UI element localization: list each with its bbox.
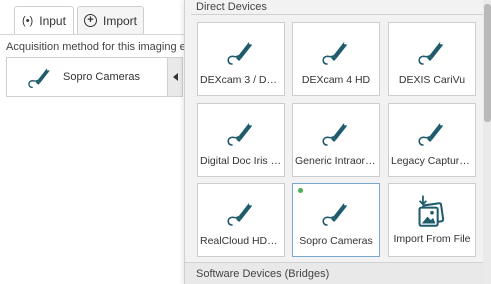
vertical-scrollbar[interactable] [483, 0, 491, 284]
import-images-icon [415, 194, 449, 228]
software-devices-header: Software Devices (Bridges) [196, 268, 330, 280]
device-tile-label: DEXcam 3 / DEX... [200, 74, 282, 86]
intraoral-camera-icon [321, 198, 351, 228]
tab-input-label: Input [39, 13, 66, 28]
intraoral-camera-icon [321, 118, 351, 148]
device-tile-dexis-carivu[interactable]: DEXIS CariVu [388, 22, 476, 96]
device-picker-panel: Direct Devices DEXcam 3 / DEX... DEXcam … [184, 0, 491, 284]
device-tile-label: DEXIS CariVu [398, 74, 466, 86]
add-circle-icon: + [83, 14, 97, 27]
active-status-dot [298, 188, 303, 193]
selected-device-name: Sopro Cameras [63, 71, 141, 83]
tab-divider [0, 34, 190, 35]
direct-devices-header: Direct Devices [196, 1, 267, 13]
device-tile-label: DEXcam 4 HD [301, 74, 371, 86]
device-tile-label: Sopro Cameras [299, 235, 373, 247]
tab-import-label: Import [102, 13, 137, 28]
device-tile-label: Import From File [393, 233, 471, 245]
device-tile-label: Generic Intraora... [295, 155, 377, 167]
device-tile-dexcam-3[interactable]: DEXcam 3 / DEX... [197, 22, 285, 96]
chevron-left-icon [172, 73, 178, 81]
intraoral-camera-icon [417, 37, 447, 67]
broadcast-icon: (•) [22, 14, 34, 27]
intraoral-camera-icon [226, 198, 256, 228]
collapse-panel-button[interactable] [168, 57, 183, 97]
intraoral-camera-icon [321, 37, 351, 67]
device-tile-import-from-file[interactable]: Import From File [388, 183, 476, 257]
intraoral-camera-icon [417, 118, 447, 148]
device-tile-dexcam-4-hd[interactable]: DEXcam 4 HD [292, 22, 380, 96]
tab-import[interactable]: + Import [77, 6, 144, 34]
intraoral-camera-icon [226, 37, 256, 67]
device-tile-digital-doc-iris[interactable]: Digital Doc Iris /... [197, 103, 285, 177]
selected-device-button[interactable]: Sopro Cameras [6, 57, 168, 97]
intraoral-camera-icon [27, 64, 53, 90]
device-tile-legacy-capture[interactable]: Legacy Capture ... [388, 103, 476, 177]
device-tile-label: Legacy Capture ... [391, 155, 473, 167]
device-tile-label: RealCloud HD1 ... [200, 235, 282, 247]
mode-tabs: (•) Input + Import [0, 0, 190, 35]
device-tile-generic-intraoral[interactable]: Generic Intraora... [292, 103, 380, 177]
scrollbar-thumb[interactable] [484, 4, 491, 122]
header-divider [191, 14, 483, 15]
device-tile-sopro-cameras[interactable]: Sopro Cameras [292, 183, 380, 257]
intraoral-camera-icon [226, 118, 256, 148]
tab-input[interactable]: (•) Input [14, 6, 74, 34]
acquisition-method-label: Acquisition method for this imaging exam [6, 41, 186, 53]
device-tile-realcloud-hd1[interactable]: RealCloud HD1 ... [197, 183, 285, 257]
device-tile-label: Digital Doc Iris /... [200, 155, 282, 167]
